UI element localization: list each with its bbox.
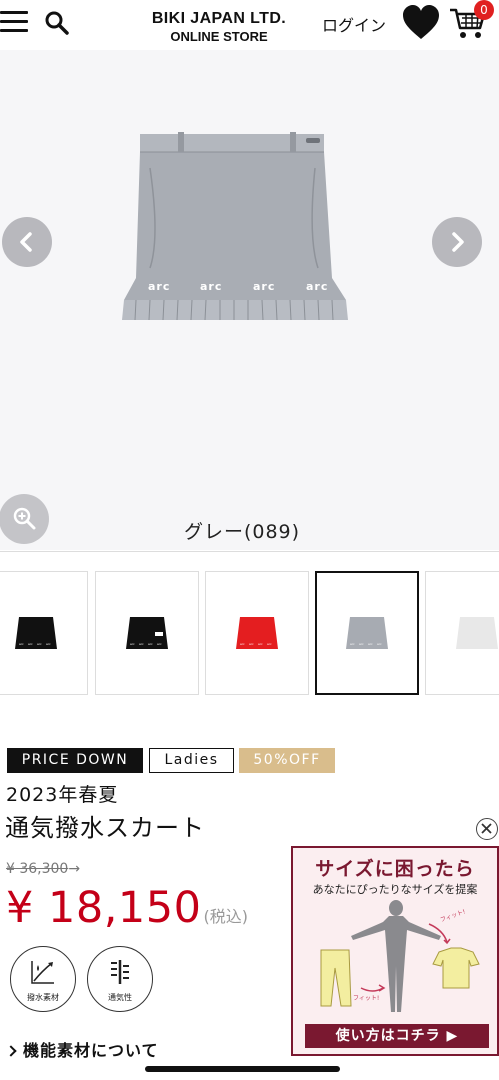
svg-text:arc: arc xyxy=(359,642,364,646)
cart-count-badge: 0 xyxy=(474,0,494,20)
gallery-next-button[interactable] xyxy=(432,217,482,267)
feature-water-repellent[interactable]: 撥水素材 xyxy=(10,946,76,1012)
svg-text:arc: arc xyxy=(19,642,24,646)
svg-text:arc: arc xyxy=(377,642,382,646)
divider xyxy=(0,551,499,552)
chevron-right-icon xyxy=(5,1045,17,1057)
home-indicator xyxy=(145,1066,340,1072)
skirt-thumbnail-image: arc arc arc arc xyxy=(346,617,388,649)
banner-subtitle: あなたにぴったりなサイズを提案 xyxy=(312,883,478,896)
sale-price: ¥ 18,150 (税込) xyxy=(6,883,248,933)
water-repellent-icon xyxy=(31,961,54,984)
skirt-thumbnail-image: arc arc arc arc xyxy=(15,617,57,649)
functional-materials-label: 機能素材について xyxy=(23,1041,159,1060)
product-title: 通気撥水スカート xyxy=(5,814,205,842)
feature-label: 撥水素材 xyxy=(27,993,59,1002)
skirt-thumbnail-image: arc arc arc arc xyxy=(236,617,278,649)
svg-text:arc: arc xyxy=(240,642,245,646)
skirt-thumbnail-image: arc arc arc arc xyxy=(126,617,168,649)
original-price: ¥ 36,300→ xyxy=(6,861,80,877)
selected-color-name: グレー(089) xyxy=(183,521,301,543)
breathable-icon xyxy=(111,960,129,984)
thumbnail-red[interactable]: arc arc arc arc xyxy=(205,571,309,695)
store-logo[interactable]: BIKI JAPAN LTD. ONLINE STORE xyxy=(134,10,304,44)
thumbnail-white[interactable] xyxy=(425,571,499,695)
svg-text:arc: arc xyxy=(306,280,328,293)
product-season: 2023年春夏 xyxy=(6,784,119,806)
sale-price-value: ¥ 18,150 xyxy=(6,883,202,933)
how-to-use-button[interactable]: 使い方はコチラ ▶ xyxy=(305,1024,489,1048)
login-link[interactable]: ログイン xyxy=(322,12,386,36)
price-down-tag: PRICE DOWN xyxy=(7,748,143,773)
feature-breathable[interactable]: 通気性 xyxy=(87,946,153,1012)
svg-text:arc: arc xyxy=(148,642,153,646)
fit-label-2: フィット! xyxy=(439,908,466,924)
search-icon[interactable] xyxy=(44,10,70,36)
logo-line1: BIKI JAPAN LTD. xyxy=(151,10,287,27)
chevron-right-icon xyxy=(452,232,464,252)
svg-text:arc: arc xyxy=(267,642,272,646)
discount-tag: 50%OFF xyxy=(239,748,335,773)
chevron-left-icon xyxy=(20,232,32,252)
svg-text:arc: arc xyxy=(139,642,144,646)
svg-text:arc: arc xyxy=(148,280,170,293)
fit-label-1: フィット! xyxy=(353,995,379,1002)
tax-included-label: (税込) xyxy=(203,907,248,926)
functional-materials-link[interactable]: 機能素材について xyxy=(5,1037,159,1061)
thumbnail-gray-selected[interactable]: arc arc arc arc xyxy=(315,571,419,695)
favorites-heart-icon[interactable] xyxy=(401,3,441,43)
svg-text:arc: arc xyxy=(350,642,355,646)
ladies-tag: Ladies xyxy=(149,748,234,773)
mannequin-illustration: フィット! フィット! xyxy=(320,900,480,1012)
svg-text:arc: arc xyxy=(258,642,263,646)
banner-title: サイズに困ったら xyxy=(315,858,475,880)
svg-text:arc: arc xyxy=(37,642,42,646)
svg-text:arc: arc xyxy=(157,642,162,646)
thumbnail-black-2[interactable]: arc arc arc arc xyxy=(95,571,199,695)
skirt-thumbnail-image xyxy=(456,617,498,649)
price-arrow: → xyxy=(68,861,81,877)
svg-text:arc: arc xyxy=(249,642,254,646)
logo-line2: ONLINE STORE xyxy=(170,28,268,44)
header: BIKI JAPAN LTD. ONLINE STORE ログイン 0 xyxy=(0,0,499,50)
svg-text:arc: arc xyxy=(368,642,373,646)
close-icon xyxy=(481,823,492,834)
product-image-gallery[interactable]: arc arc arc arc グレー(089) xyxy=(0,50,499,550)
banner-close-button[interactable] xyxy=(476,818,498,840)
size-advice-banner[interactable]: サイズに困ったら あなたにぴったりなサイズを提案 フィット! フィット! 使い方… xyxy=(291,846,499,1056)
gallery-prev-button[interactable] xyxy=(2,217,52,267)
svg-text:arc: arc xyxy=(200,280,222,293)
hamburger-menu-icon[interactable] xyxy=(0,11,28,33)
original-price-value: ¥ 36,300 xyxy=(6,861,69,877)
svg-text:arc: arc xyxy=(253,280,275,293)
feature-label: 通気性 xyxy=(108,993,132,1002)
svg-text:arc: arc xyxy=(130,642,135,646)
thumbnail-black-1[interactable]: arc arc arc arc xyxy=(0,571,88,695)
product-image-gray-skirt: arc arc arc arc xyxy=(122,132,348,321)
svg-text:arc: arc xyxy=(46,642,51,646)
color-thumbnails: arc arc arc arc arc arc arc arc arc arc arc arc a… xyxy=(0,571,499,697)
svg-text:arc: arc xyxy=(28,642,33,646)
